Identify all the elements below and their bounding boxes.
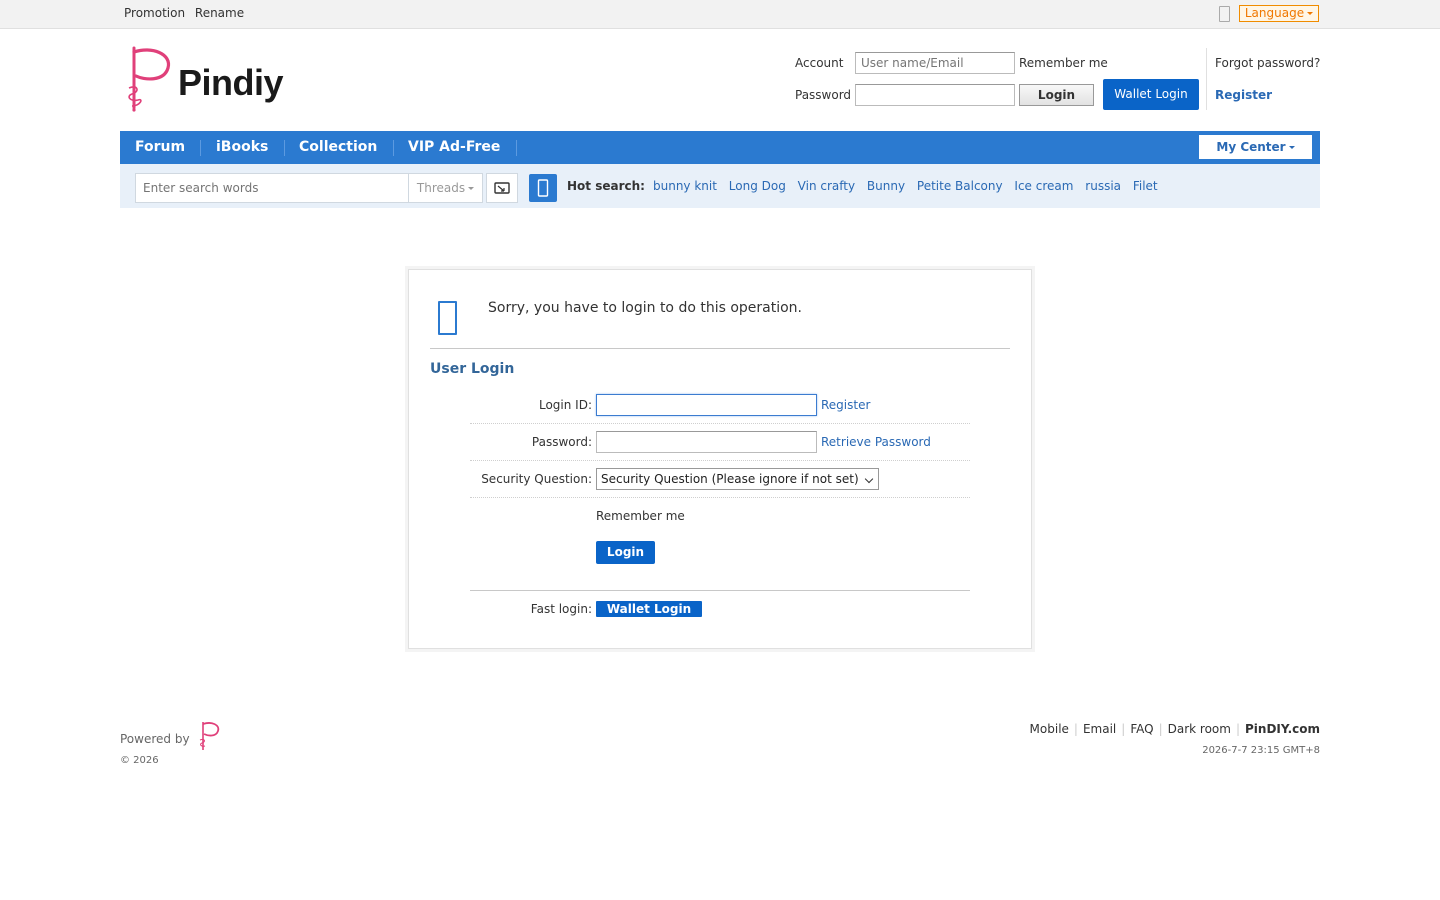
footer-faq-link[interactable]: FAQ	[1130, 722, 1153, 736]
chevron-down-icon	[864, 474, 874, 484]
row-divider	[470, 497, 970, 498]
search-icon	[494, 182, 510, 194]
nav-forum[interactable]: Forum	[135, 131, 185, 164]
retrieve-password-link[interactable]: Retrieve Password	[821, 435, 931, 449]
login-id-input[interactable]	[596, 394, 817, 416]
password-input[interactable]	[855, 84, 1015, 106]
search-type-label: Threads	[416, 181, 466, 195]
remember-me-label[interactable]: Remember me	[1019, 56, 1108, 70]
top-links: Promotion Rename	[124, 6, 250, 20]
nav-divider	[284, 140, 285, 156]
footer-divider: |	[1073, 722, 1078, 736]
pindiy-needle-logo-icon	[199, 722, 220, 750]
fast-wallet-login-button[interactable]: Wallet Login	[596, 601, 702, 617]
powered-by-text: Powered by	[120, 732, 190, 746]
fast-login-divider	[470, 590, 970, 591]
server-timestamp: 2026-7-7 23:15 GMT+8	[1202, 745, 1320, 756]
my-center-dropdown[interactable]: My Center	[1199, 135, 1312, 159]
top-bar: Promotion Rename Language	[0, 0, 1440, 29]
hot-term[interactable]: Filet	[1133, 179, 1158, 193]
promotion-link[interactable]: Promotion	[124, 6, 185, 20]
caret-down-icon	[1288, 146, 1295, 149]
register-link[interactable]: Register	[821, 398, 870, 412]
site-logo[interactable]: Pindiy	[124, 44, 294, 114]
remember-me-checkbox-label[interactable]: Remember me	[596, 509, 685, 523]
rename-link[interactable]: Rename	[195, 6, 244, 20]
flag-icon[interactable]	[1219, 6, 1230, 22]
login-password-input[interactable]	[596, 431, 817, 453]
security-question-select[interactable]: Security Question (Please ignore if not …	[596, 468, 879, 490]
nav-collection[interactable]: Collection	[299, 131, 377, 164]
advanced-search-button[interactable]	[529, 174, 557, 202]
hot-term[interactable]: Long Dog	[729, 179, 786, 193]
copyright: © 2026	[120, 755, 159, 766]
caret-down-icon	[1307, 12, 1314, 15]
nav-divider	[393, 140, 394, 156]
nav-divider	[516, 140, 517, 156]
brand-name: Pindiy	[178, 62, 284, 103]
account-input[interactable]	[855, 52, 1015, 74]
footer-site-link[interactable]: PinDIY.com	[1245, 722, 1320, 736]
search-input[interactable]	[135, 173, 409, 203]
header-register-link[interactable]: Register	[1215, 88, 1272, 102]
footer-logo[interactable]	[198, 720, 222, 752]
password-label: Password	[795, 88, 852, 102]
footer-email-link[interactable]: Email	[1083, 722, 1116, 736]
footer-divider: |	[1235, 722, 1240, 736]
row-divider	[470, 423, 970, 424]
search-type-select[interactable]: Threads	[408, 173, 483, 203]
language-dropdown[interactable]: Language	[1239, 5, 1319, 22]
message-divider	[430, 348, 1010, 349]
nav-ibooks[interactable]: iBooks	[216, 131, 268, 164]
pindiy-needle-logo-icon	[128, 46, 171, 112]
hot-term[interactable]: Ice cream	[1014, 179, 1073, 193]
row-divider	[470, 460, 970, 461]
header-wallet-login-button[interactable]: Wallet Login	[1103, 79, 1199, 110]
login-id-label: Login ID:	[538, 398, 592, 412]
login-submit-button[interactable]: Login	[596, 541, 655, 564]
nav-divider	[200, 140, 201, 156]
main-nav: Forum iBooks Collection VIP Ad-Free	[120, 131, 1320, 164]
fast-login-label: Fast login:	[530, 602, 592, 616]
hot-term[interactable]: Vin crafty	[798, 179, 855, 193]
footer-divider: |	[1158, 722, 1163, 736]
hot-search-list: bunny knit Long Dog Vin crafty Bunny Pet…	[653, 179, 1166, 193]
my-center-label: My Center	[1216, 140, 1286, 154]
hot-term[interactable]: bunny knit	[653, 179, 717, 193]
hot-search-label: Hot search:	[567, 179, 645, 193]
footer-divider: |	[1121, 722, 1126, 736]
hot-term[interactable]: Petite Balcony	[917, 179, 1003, 193]
user-login-title: User Login	[430, 361, 515, 377]
hot-term[interactable]: russia	[1085, 179, 1121, 193]
login-password-label: Password:	[531, 435, 592, 449]
hot-term[interactable]: Bunny	[867, 179, 905, 193]
forgot-password-link[interactable]: Forgot password?	[1215, 56, 1320, 70]
error-message: Sorry, you have to login to do this oper…	[488, 300, 803, 316]
info-icon	[438, 301, 457, 335]
footer-mobile-link[interactable]: Mobile	[1030, 722, 1069, 736]
search-button[interactable]	[486, 173, 518, 203]
nav-vip-ad-free[interactable]: VIP Ad-Free	[408, 131, 500, 164]
language-label: Language	[1244, 6, 1305, 20]
caret-down-icon	[468, 187, 475, 190]
header-divider	[1206, 48, 1207, 110]
phone-icon	[537, 179, 549, 197]
footer-links: Mobile | Email | FAQ | Dark room | PinDIY.com	[1030, 722, 1320, 736]
login-required-panel	[408, 269, 1032, 649]
security-question-value: Security Question (Please ignore if not …	[601, 472, 859, 486]
account-label: Account	[795, 56, 844, 70]
footer-dark-room-link[interactable]: Dark room	[1168, 722, 1231, 736]
security-question-label: Security Question:	[481, 472, 592, 486]
header-login-button[interactable]: Login	[1019, 84, 1094, 106]
